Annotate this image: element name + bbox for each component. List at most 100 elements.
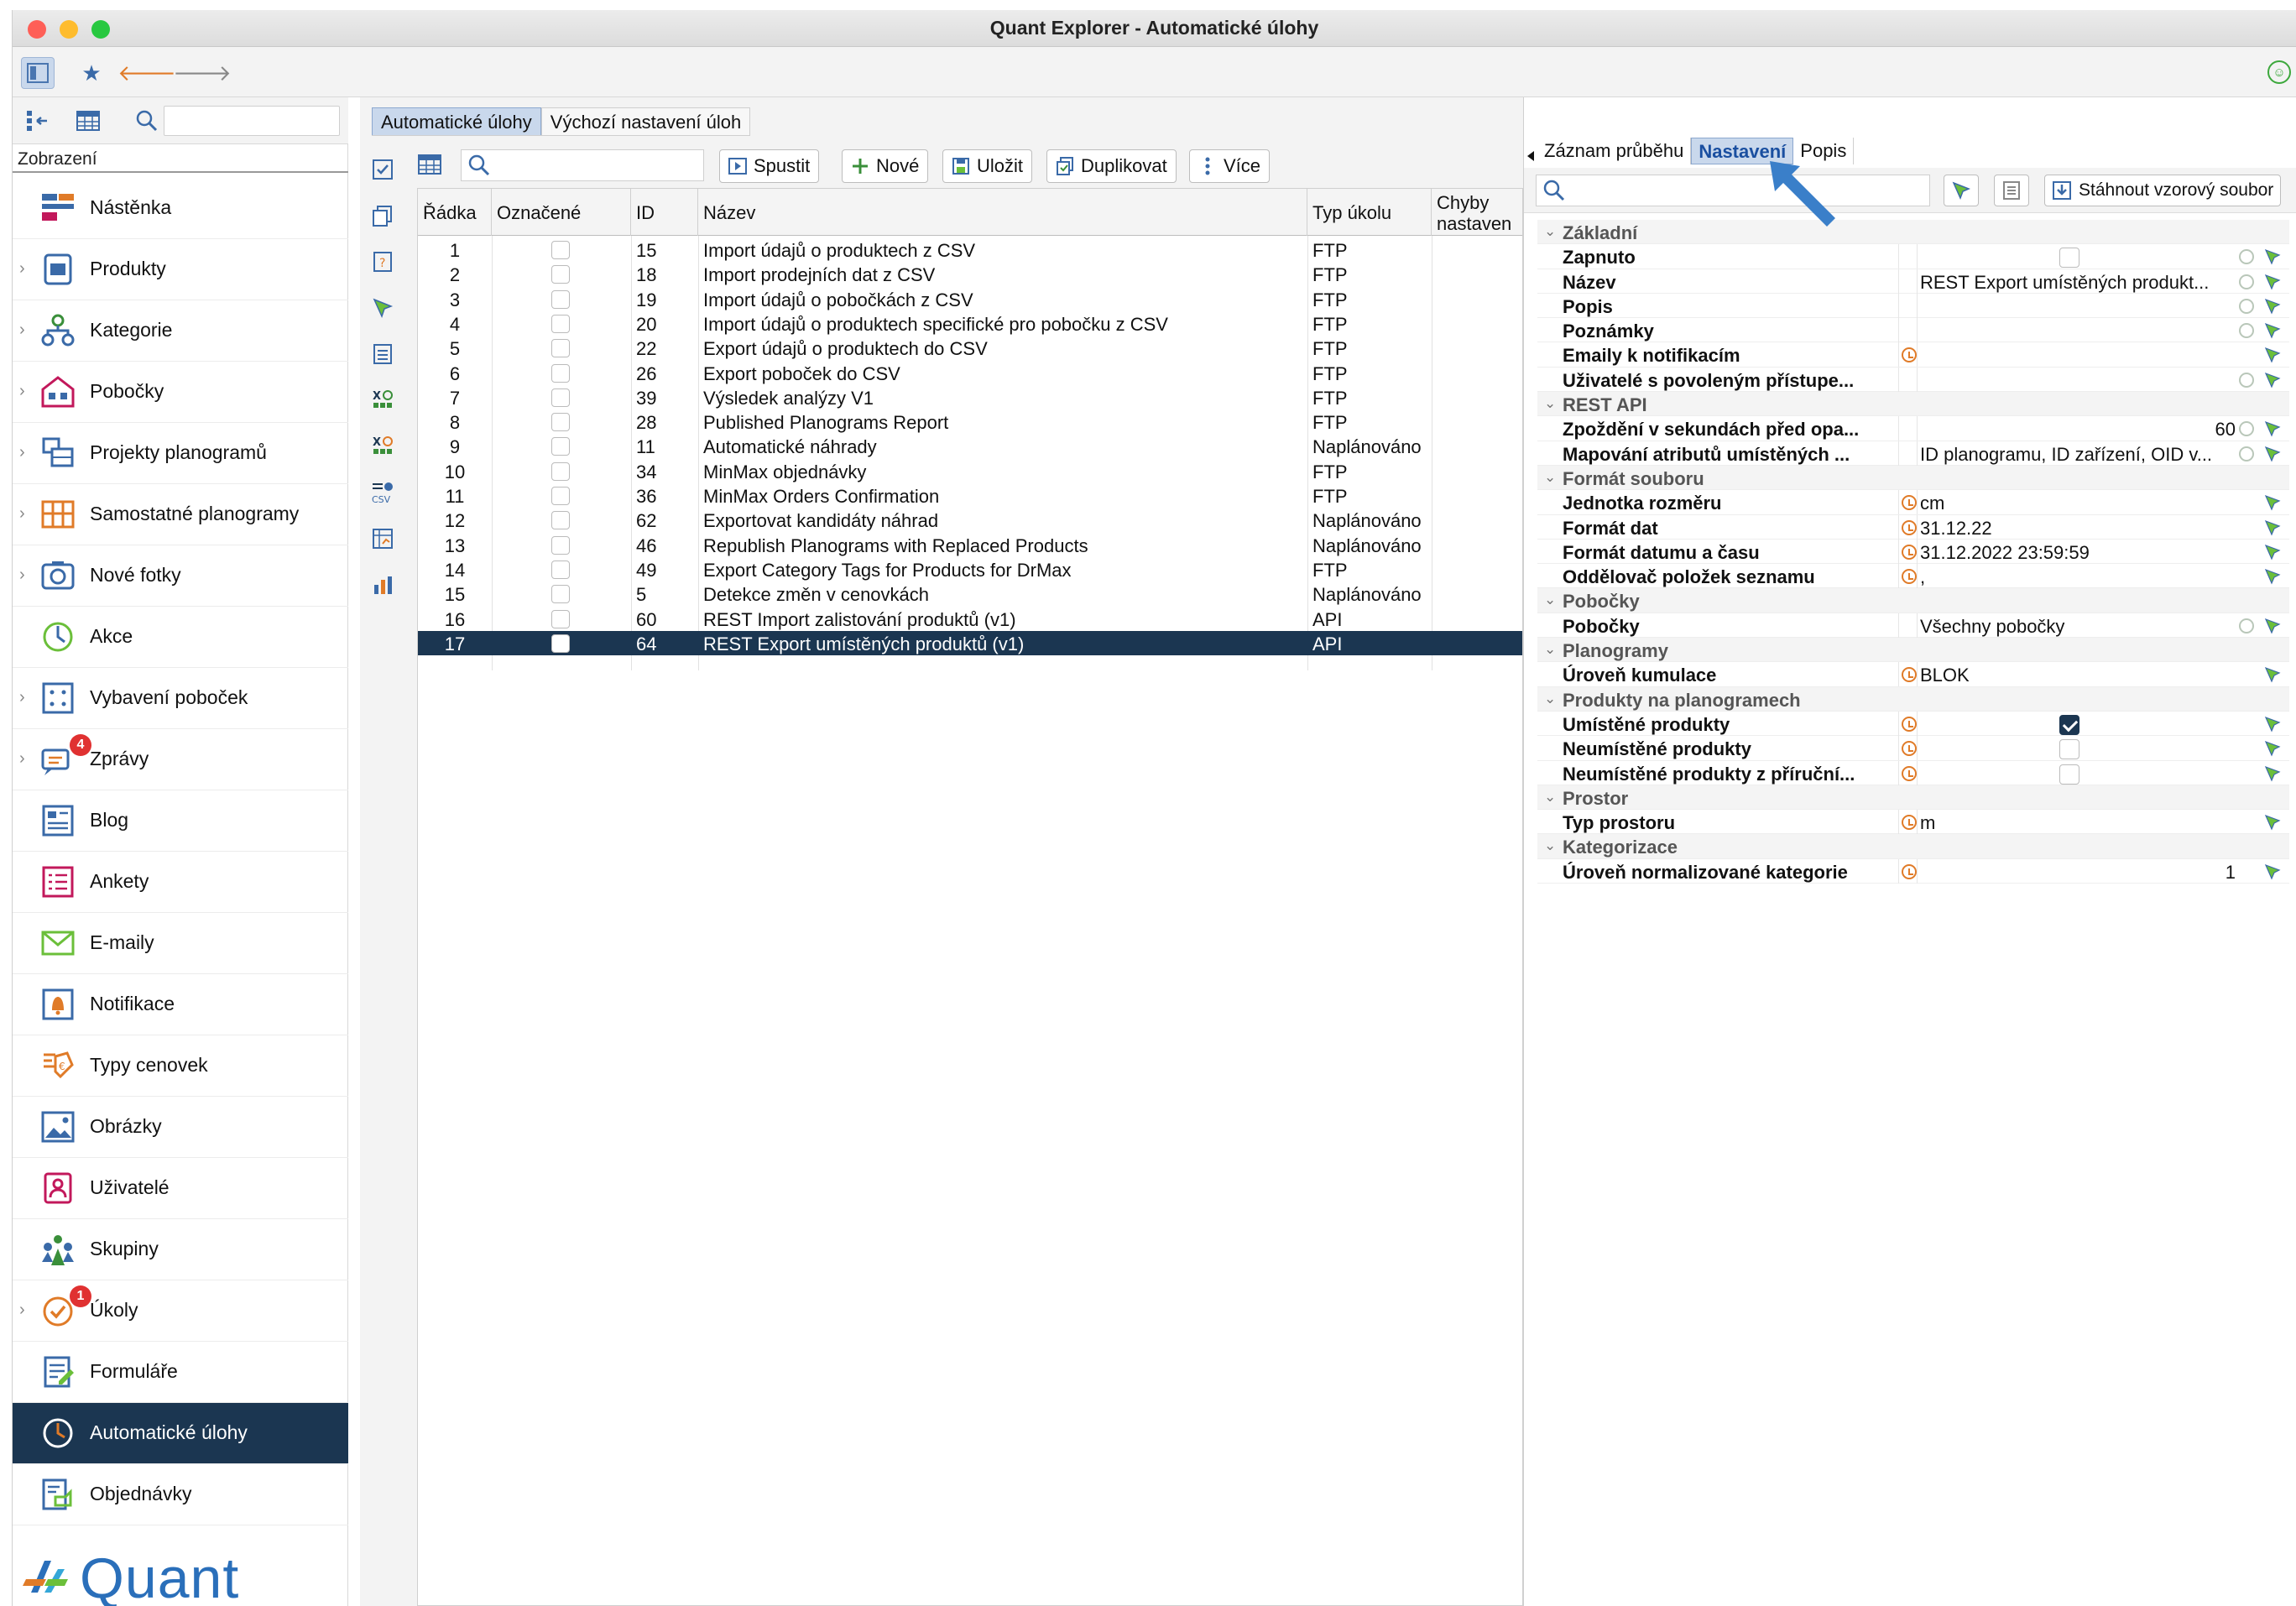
property-value[interactable]: 60 [1920, 419, 2236, 441]
filter-flag-button[interactable] [1944, 175, 1979, 206]
chevron-right-icon[interactable]: › [19, 382, 25, 401]
table-row[interactable]: 9 11 Automatické náhrady Naplánováno [418, 434, 1522, 458]
sidebar-item-stores[interactable]: › Pobočky [13, 362, 348, 423]
sidebar-item-image[interactable]: Obrázky [13, 1097, 348, 1158]
reset-value-icon[interactable] [2239, 446, 2254, 461]
table-row[interactable]: 13 46 Republish Planograms with Replaced P… [418, 533, 1522, 557]
table-row[interactable]: 1 15 Import údajů o produktech z CSV FTP [418, 237, 1522, 262]
property-row[interactable]: Název REST Export umístěných produkt... [1537, 269, 2289, 294]
row-checkbox[interactable] [551, 265, 570, 284]
row-checkbox[interactable] [551, 314, 570, 333]
inherited-value-icon[interactable] [1902, 544, 1917, 560]
download-sample-button[interactable]: Stáhnout vzorový soubor [2044, 175, 2282, 206]
inherited-value-icon[interactable] [1902, 569, 1917, 585]
column-header-id[interactable]: ID [631, 189, 698, 236]
property-section[interactable]: ⌄ Planogramy [1537, 638, 2289, 663]
close-window-button[interactable] [28, 20, 46, 39]
sidebar-item-camera[interactable]: › Nové fotky [13, 545, 348, 607]
property-row[interactable]: Formát datumu a času 31.12.2022 23:59:59 [1537, 539, 2289, 565]
property-section[interactable]: ⌄ Kategorizace [1537, 834, 2289, 859]
property-row[interactable]: Zpoždění v sekundách před opa... 60 [1537, 416, 2289, 441]
sidebar-item-price-tag[interactable]: € Typy cenovek [13, 1035, 348, 1097]
sidebar-item-user[interactable]: Uživatelé [13, 1158, 348, 1219]
chevron-down-icon[interactable]: ⌄ [1544, 395, 1556, 412]
property-row[interactable]: Zapnuto [1537, 244, 2289, 269]
property-row[interactable]: Neumístěné produkty z příruční... [1537, 760, 2289, 785]
property-value[interactable]: m [1920, 812, 2236, 834]
filter-flag-icon[interactable] [2264, 863, 2281, 880]
sidebar-item-scheduled-tasks[interactable]: Automatické úlohy [13, 1403, 348, 1464]
filter-flag-icon[interactable] [2264, 372, 2281, 388]
sidebar-item-groups[interactable]: Skupiny [13, 1219, 348, 1280]
column-header-type[interactable]: Typ úkolu [1307, 189, 1432, 236]
property-row[interactable]: Úroveň kumulace BLOK [1537, 662, 2289, 687]
inherited-value-icon[interactable] [1902, 495, 1917, 511]
property-row[interactable]: Umístěné produkty [1537, 711, 2289, 737]
row-checkbox[interactable] [551, 535, 570, 555]
property-row[interactable]: Popis [1537, 293, 2289, 319]
property-value[interactable]: cm [1920, 493, 2236, 514]
row-checkbox[interactable] [551, 585, 570, 604]
reset-value-icon[interactable] [2239, 372, 2254, 388]
table-row[interactable]: 5 22 Export údajů o produktech do CSV FTP [418, 336, 1522, 360]
table-row[interactable]: 11 36 MinMax Orders Confirmation FTP [418, 483, 1522, 508]
table-row[interactable]: 6 26 Export poboček do CSV FTP [418, 361, 1522, 385]
property-value[interactable]: 31.12.22 [1920, 518, 2236, 540]
filter-flag-icon[interactable] [2264, 740, 2281, 757]
property-value[interactable]: ID planogramu, ID zařízení, OID v... [1920, 444, 2236, 466]
property-checkbox[interactable] [2059, 739, 2079, 760]
column-header-errors[interactable]: Chyby nastaven [1432, 189, 1524, 236]
inherited-value-icon[interactable] [1902, 863, 1917, 879]
row-checkbox[interactable] [551, 339, 570, 358]
column-header-row[interactable]: Řádka [418, 189, 492, 236]
table-row[interactable]: 15 5 Detekce změn v cenovkách Naplánováno [418, 581, 1522, 606]
filter-flag-icon[interactable] [2264, 544, 2281, 561]
property-section[interactable]: ⌄ REST API [1537, 392, 2289, 417]
property-checkbox[interactable] [2059, 764, 2079, 785]
filter-flag-icon[interactable] [2264, 420, 2281, 437]
property-section[interactable]: ⌄ Pobočky [1537, 588, 2289, 613]
property-value[interactable]: Všechny pobočky [1920, 616, 2236, 638]
more-button[interactable]: Více [1189, 149, 1271, 183]
filter-flag-icon[interactable] [2264, 298, 2281, 315]
property-value[interactable]: , [1920, 566, 2236, 588]
tab-default-task-settings[interactable]: Výchozí nastavení úloh [540, 107, 751, 135]
copy-icon[interactable] [360, 192, 405, 238]
reset-value-icon[interactable] [2239, 298, 2254, 314]
tab-progress-log[interactable]: Záznam průběhu [1537, 138, 1692, 164]
property-section[interactable]: ⌄ Produkty na planogramech [1537, 686, 2289, 712]
chevron-right-icon[interactable]: › [19, 321, 25, 340]
property-row[interactable]: Oddělovač položek seznamu, [1537, 564, 2289, 589]
filter-flag-icon[interactable] [2264, 494, 2281, 511]
chevron-down-icon[interactable]: ⌄ [1544, 837, 1556, 854]
chevron-right-icon[interactable]: › [19, 566, 25, 585]
chevron-right-icon[interactable]: › [19, 443, 25, 462]
table-row[interactable]: 10 34 MinMax objednávky FTP [418, 459, 1522, 483]
help-doc-icon[interactable]: ? [360, 238, 405, 284]
check-list-icon[interactable] [360, 146, 405, 192]
sidebar-item-planograms[interactable]: › Samostatné planogramy [13, 484, 348, 545]
favorites-star-icon[interactable]: ★ [75, 57, 108, 89]
filter-flag-icon[interactable] [2264, 322, 2281, 339]
sidebar-item-surveys[interactable]: Ankety [13, 852, 348, 913]
chevron-down-icon[interactable]: ⌄ [1544, 592, 1556, 608]
chevron-right-icon[interactable]: › [19, 259, 25, 279]
filter-flag-icon[interactable] [360, 284, 405, 331]
sidebar-item-tasks[interactable]: › 1 Úkoly [13, 1280, 348, 1342]
filter-flag-icon[interactable] [2264, 618, 2281, 634]
new-button[interactable]: Nové [842, 149, 929, 183]
property-section[interactable]: ⌄ Základní [1537, 220, 2289, 245]
filter-flag-icon[interactable] [2264, 716, 2281, 733]
sidebar-item-categories[interactable]: › Kategorie [13, 300, 348, 362]
row-checkbox[interactable] [551, 461, 570, 481]
row-checkbox[interactable] [551, 634, 570, 653]
row-checkbox[interactable] [551, 609, 570, 628]
property-row[interactable]: Neumístěné produkty [1537, 736, 2289, 761]
row-checkbox[interactable] [551, 511, 570, 530]
row-checkbox[interactable] [551, 388, 570, 407]
sidebar-item-blog[interactable]: Blog [13, 790, 348, 852]
chevron-down-icon[interactable]: ⌄ [1544, 691, 1556, 707]
property-checkbox[interactable] [2059, 714, 2079, 735]
property-value[interactable]: 1 [1920, 862, 2236, 884]
property-row[interactable]: Mapování atributů umístěných ... ID plano… [1537, 441, 2289, 466]
